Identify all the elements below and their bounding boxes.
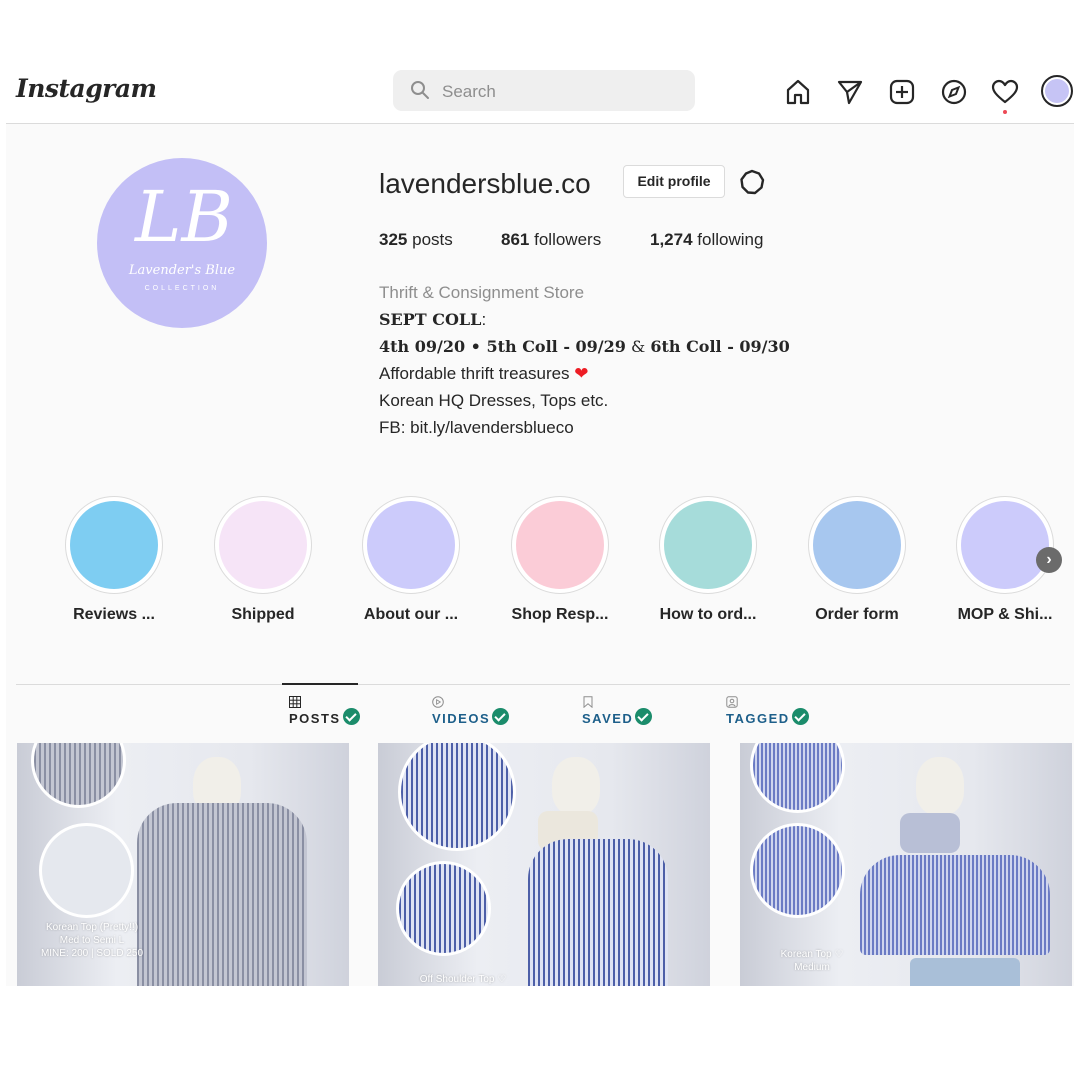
stat-followers[interactable]: 861 followers bbox=[501, 230, 601, 250]
tab-videos[interactable]: VIDEOS bbox=[432, 696, 510, 728]
tab-label: POSTS bbox=[289, 711, 341, 726]
bio-category: Thrift & Consignment Store bbox=[379, 283, 585, 302]
bio-line-1: SEPT COLL: bbox=[379, 310, 487, 329]
search-input[interactable]: Search bbox=[393, 70, 695, 111]
highlight-cover bbox=[813, 501, 901, 589]
direct-message-icon[interactable] bbox=[835, 77, 865, 107]
bio-line-5[interactable]: FB: bit.ly/lavendersblueco bbox=[379, 414, 790, 441]
post-caption: Korean Top ♡ Medium bbox=[780, 949, 844, 973]
followers-label: followers bbox=[534, 230, 602, 249]
bio-line-2: 4th 09/20 • 5th Coll - 09/29 & 6th Coll … bbox=[379, 337, 790, 356]
checkmark-icon bbox=[791, 708, 809, 725]
mannequin bbox=[916, 757, 964, 815]
highlight-label: MOP & Shi... bbox=[957, 606, 1053, 623]
bio-line-3: Affordable thrift treasures ❤ bbox=[379, 364, 589, 383]
tagged-person-icon bbox=[726, 696, 738, 708]
checkmark-icon bbox=[492, 708, 510, 725]
top-nav: Instagram Search bbox=[6, 60, 1074, 124]
avatar-collection-text: COLLECTION bbox=[144, 285, 220, 292]
notification-dot bbox=[1003, 110, 1007, 114]
garment-image bbox=[137, 803, 307, 986]
inset-photo bbox=[750, 823, 845, 918]
edit-profile-button[interactable]: Edit profile bbox=[623, 165, 725, 198]
checkmark-icon bbox=[635, 708, 653, 725]
mannequin bbox=[552, 757, 600, 815]
highlight-label: Shop Resp... bbox=[511, 606, 609, 623]
stat-following[interactable]: 1,274 following bbox=[650, 230, 763, 250]
highlight-how-to-order[interactable]: How to ord... bbox=[648, 496, 768, 624]
instagram-logo[interactable]: Instagram bbox=[16, 74, 157, 103]
tab-saved[interactable]: SAVED bbox=[582, 696, 653, 728]
grid-icon bbox=[289, 696, 301, 708]
highlight-cover bbox=[961, 501, 1049, 589]
highlight-cover bbox=[367, 501, 455, 589]
highlight-order-form[interactable]: Order form bbox=[797, 496, 917, 624]
search-icon bbox=[411, 81, 429, 99]
highlight-shipped[interactable]: Shipped bbox=[203, 496, 323, 624]
highlight-cover bbox=[70, 501, 158, 589]
bookmark-icon bbox=[583, 696, 593, 708]
highlight-about[interactable]: About our ... bbox=[351, 496, 471, 624]
profile-avatar[interactable] bbox=[1041, 75, 1073, 107]
profile-bio: Thrift & Consignment Store SEPT COLL: 4t… bbox=[379, 279, 790, 441]
red-heart-emoji: ❤ bbox=[574, 364, 589, 383]
post-thumbnail[interactable]: Korean Top ♡ Medium bbox=[740, 743, 1072, 986]
highlights-next-arrow-icon[interactable]: › bbox=[1036, 547, 1062, 573]
highlight-label: How to ord... bbox=[659, 606, 757, 623]
highlight-cover bbox=[219, 501, 307, 589]
garment-image bbox=[860, 855, 1050, 955]
inset-photo bbox=[39, 823, 134, 918]
active-tab-indicator bbox=[282, 683, 358, 685]
tabs-divider bbox=[16, 684, 1070, 685]
avatar-monogram: LB bbox=[135, 176, 233, 258]
settings-gear-icon[interactable] bbox=[738, 168, 766, 196]
posts-count: 325 bbox=[379, 230, 408, 249]
search-placeholder: Search bbox=[442, 82, 496, 101]
tab-posts[interactable]: POSTS bbox=[289, 696, 360, 728]
highlight-cover bbox=[516, 501, 604, 589]
posts-label: posts bbox=[412, 230, 453, 249]
new-post-icon[interactable] bbox=[887, 77, 917, 107]
avatar-brand-name: Lavender's Blue bbox=[128, 263, 236, 278]
highlight-label: Reviews ... bbox=[73, 606, 155, 623]
followers-count: 861 bbox=[501, 230, 530, 249]
following-label: following bbox=[697, 230, 764, 249]
checkmark-icon bbox=[342, 708, 360, 725]
highlight-reviews[interactable]: Reviews ... bbox=[54, 496, 174, 624]
highlight-label: About our ... bbox=[363, 606, 459, 623]
tab-label: VIDEOS bbox=[432, 711, 491, 726]
tab-label: TAGGED bbox=[726, 711, 790, 726]
inset-photo bbox=[396, 861, 491, 956]
post-thumbnail[interactable]: Korean Top (Pretty!!) Med to Semi L MINE… bbox=[17, 743, 349, 986]
profile-picture[interactable]: LB Lavender's Blue COLLECTION bbox=[97, 158, 267, 328]
home-icon[interactable] bbox=[783, 77, 813, 107]
garment-image bbox=[528, 839, 668, 986]
jeans-image bbox=[910, 958, 1020, 986]
tab-tagged[interactable]: TAGGED bbox=[726, 696, 809, 728]
highlight-label: Order form bbox=[815, 606, 899, 623]
highlight-cover bbox=[664, 501, 752, 589]
following-count: 1,274 bbox=[650, 230, 693, 249]
explore-icon[interactable] bbox=[939, 77, 969, 107]
highlight-label: Shipped bbox=[231, 606, 295, 623]
highlight-shop-responsibly[interactable]: Shop Resp... bbox=[500, 496, 620, 624]
play-circle-icon bbox=[432, 696, 444, 708]
instagram-window: Instagram Search LB Lavender's Blue COLL… bbox=[6, 60, 1074, 986]
post-thumbnail[interactable]: Off Shoulder Top ♡ bbox=[378, 743, 710, 986]
post-caption: Off Shoulder Top ♡ bbox=[419, 974, 507, 985]
activity-heart-icon[interactable] bbox=[990, 77, 1020, 107]
tab-label: SAVED bbox=[582, 711, 634, 726]
stat-posts[interactable]: 325 posts bbox=[379, 230, 453, 250]
profile-username: lavendersblue.co bbox=[379, 168, 591, 199]
post-caption: Korean Top (Pretty!!) Med to Semi L MINE… bbox=[40, 922, 144, 959]
bio-line-4: Korean HQ Dresses, Tops etc. bbox=[379, 391, 609, 410]
